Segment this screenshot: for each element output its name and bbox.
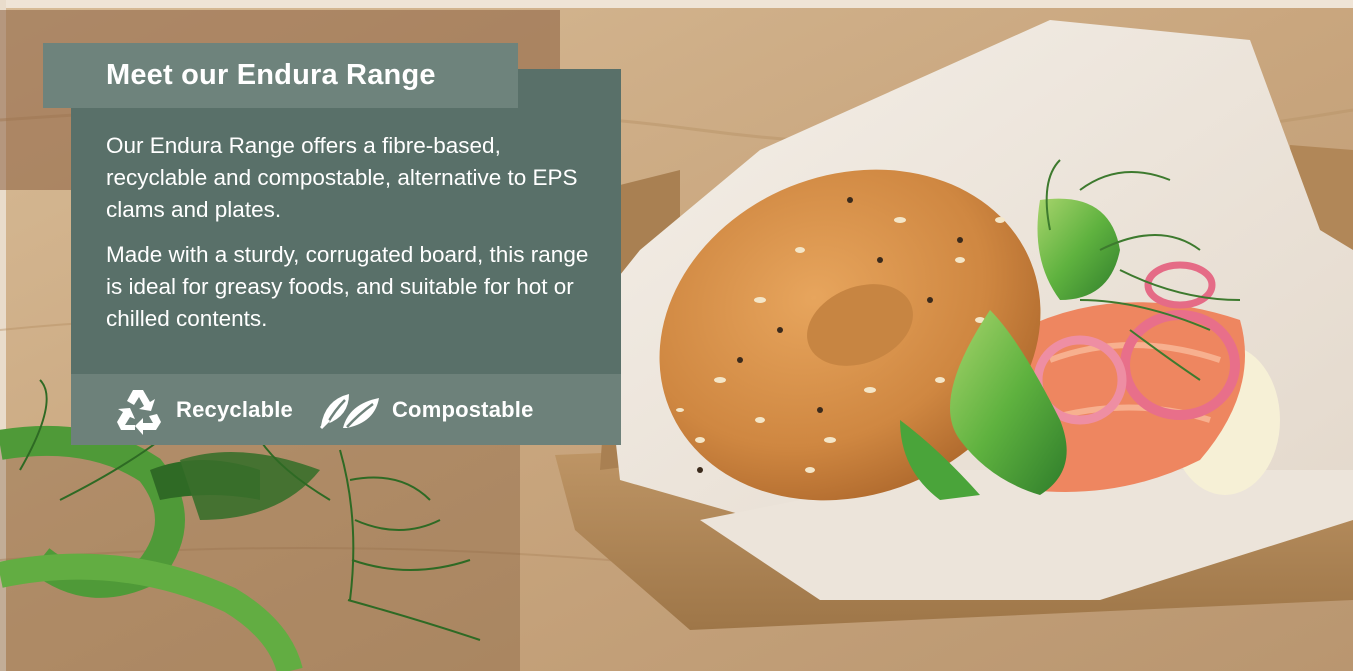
- feature-compostable: Compostable: [319, 390, 534, 430]
- hero-banner: Meet our Endura Range Our Endura Range o…: [0, 0, 1353, 671]
- feature-label: Compostable: [391, 396, 534, 422]
- detail-paragraph: Made with a sturdy, corrugated board, th…: [106, 242, 589, 331]
- banner-copy: Our Endura Range offers a fibre-based, r…: [106, 130, 596, 348]
- features-bar: Recyclable Compostable: [71, 374, 621, 445]
- recycle-icon: [117, 389, 161, 435]
- feature-recyclable: Recyclable: [113, 384, 293, 436]
- leaves-icon: [319, 393, 379, 429]
- intro-paragraph: Our Endura Range offers a fibre-based, r…: [106, 133, 578, 222]
- feature-label: Recyclable: [176, 396, 293, 422]
- banner-title: Meet our Endura Range: [106, 59, 436, 91]
- title-tab: Meet our Endura Range: [43, 43, 518, 108]
